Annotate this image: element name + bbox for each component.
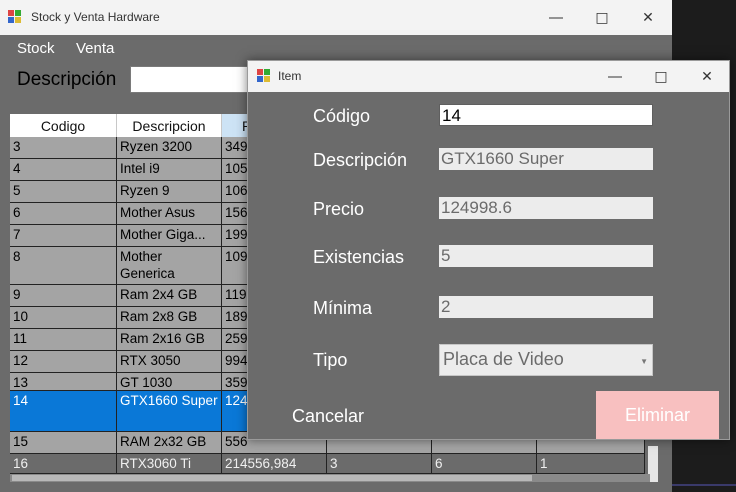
table-cell[interactable]: 16 — [10, 454, 117, 474]
dialog-title: Item — [278, 69, 302, 83]
minimize-icon[interactable]: ― — [533, 0, 579, 35]
column-header-descripcion[interactable]: Descripcion — [117, 114, 222, 137]
search-input[interactable] — [130, 66, 262, 93]
table-cell[interactable]: Ram 2x8 GB — [117, 307, 222, 329]
table-cell[interactable]: Mother Generica — [117, 247, 222, 285]
table-cell[interactable]: RTX 3050 — [117, 351, 222, 373]
table-cell[interactable]: 12 — [10, 351, 117, 373]
table-cell[interactable]: 13 — [10, 373, 117, 391]
minima-field[interactable]: 2 — [439, 296, 653, 318]
table-cell[interactable]: Mother Giga... — [117, 225, 222, 247]
table-cell[interactable]: Intel i9 — [117, 159, 222, 181]
table-cell[interactable]: RAM 2x32 GB — [117, 432, 222, 454]
dialog-titlebar[interactable]: Item ― □ ✕ — [248, 61, 729, 92]
table-cell[interactable]: 3 — [327, 454, 432, 474]
table-cell[interactable]: 15 — [10, 432, 117, 454]
codigo-field[interactable]: 14 — [439, 104, 653, 126]
descripcion-label: Descripción — [313, 150, 408, 170]
precio-label: Precio — [313, 199, 365, 219]
table-cell[interactable]: RTX3060 Ti — [117, 454, 222, 474]
dialog-minimize-icon[interactable]: ― — [592, 61, 638, 92]
main-titlebar[interactable]: Stock y Venta Hardware ― □ ✕ — [0, 0, 672, 35]
table-cell[interactable]: 9 — [10, 285, 117, 307]
table-cell[interactable]: Mother Asus — [117, 203, 222, 225]
tipo-select-value: Placa de Video — [443, 349, 564, 369]
existencias-field[interactable]: 5 — [439, 245, 653, 267]
app-icon — [8, 10, 22, 24]
table-cell[interactable]: 214556,984 — [222, 454, 327, 474]
table-cell[interactable]: 10 — [10, 307, 117, 329]
table-cell[interactable]: GTX1660 Super — [117, 391, 222, 432]
dialog-maximize-icon[interactable]: □ — [638, 61, 684, 92]
precio-field[interactable]: 124998.6 — [439, 197, 653, 219]
close-icon[interactable]: ✕ — [625, 0, 671, 35]
table-cell[interactable]: 7 — [10, 225, 117, 247]
table-cell[interactable]: 6 — [432, 454, 537, 474]
horizontal-scroll-thumb[interactable] — [12, 475, 532, 481]
table-cell[interactable]: Ryzen 3200 — [117, 137, 222, 159]
table-cell[interactable]: Ram 2x4 GB — [117, 285, 222, 307]
table-cell[interactable]: GT 1030 — [117, 373, 222, 391]
table-row[interactable]: 16 RTX3060 Ti 214556,984 3 6 1 — [10, 454, 645, 474]
table-cell[interactable]: 11 — [10, 329, 117, 351]
codigo-label: Código — [313, 106, 371, 126]
search-label: Descripción — [17, 69, 117, 90]
table-cell[interactable]: Ram 2x16 GB — [117, 329, 222, 351]
table-cell[interactable]: 8 — [10, 247, 117, 285]
table-cell[interactable]: 5 — [10, 181, 117, 203]
tipo-select[interactable]: Placa de Video ▼ — [439, 344, 653, 376]
table-cell[interactable]: 4 — [10, 159, 117, 181]
table-cell[interactable]: 6 — [10, 203, 117, 225]
main-window-title: Stock y Venta Hardware — [31, 10, 160, 24]
dialog-app-icon — [257, 69, 271, 83]
minima-label: Mínima — [313, 298, 373, 318]
desktop-taskbar-edge — [672, 484, 736, 486]
table-cell[interactable]: 1 — [537, 454, 645, 474]
menu-venta[interactable]: Venta — [76, 40, 114, 57]
table-cell[interactable]: 3 — [10, 137, 117, 159]
existencias-label: Existencias — [313, 247, 405, 267]
item-dialog: Item ― □ ✕ Código 14 Descripción GTX1660… — [247, 60, 730, 440]
horizontal-scrollbar[interactable] — [10, 474, 650, 482]
maximize-icon[interactable]: □ — [579, 0, 625, 35]
table-cell[interactable]: Ryzen 9 — [117, 181, 222, 203]
descripcion-field[interactable]: GTX1660 Super — [439, 148, 653, 170]
cancel-button[interactable]: Cancelar — [292, 406, 364, 427]
tipo-label: Tipo — [313, 350, 348, 370]
delete-button[interactable]: Eliminar — [596, 391, 719, 439]
table-cell[interactable]: 14 — [10, 391, 117, 432]
menu-stock[interactable]: Stock — [17, 40, 55, 57]
column-header-codigo[interactable]: Codigo — [10, 114, 117, 137]
dialog-close-icon[interactable]: ✕ — [684, 61, 730, 92]
chevron-down-icon: ▼ — [640, 357, 648, 366]
